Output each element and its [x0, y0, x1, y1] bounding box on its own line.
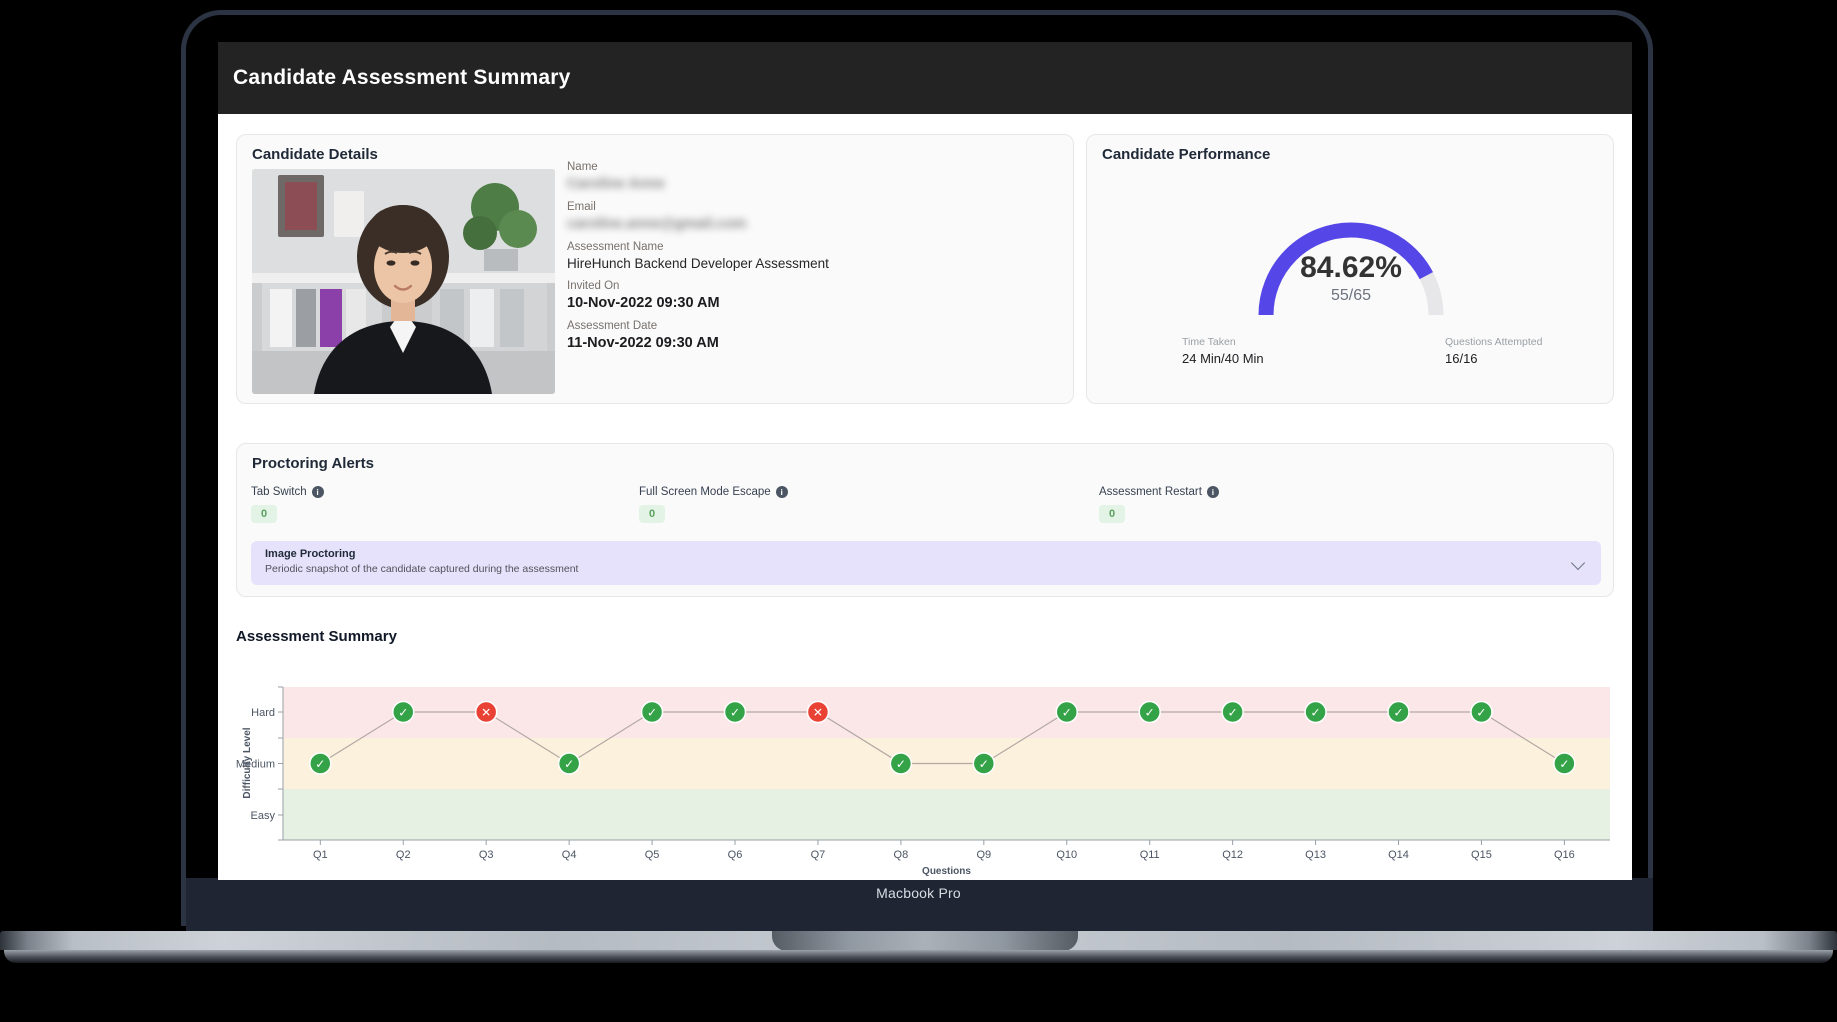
candidate-photo-illustration: [252, 169, 555, 394]
counter-tab-switch-badge: 0: [251, 505, 278, 523]
svg-text:Q15: Q15: [1471, 849, 1492, 861]
svg-text:Q3: Q3: [479, 849, 494, 861]
svg-text:Q8: Q8: [894, 849, 909, 861]
candidate-photo: [252, 169, 555, 394]
field-assessment-name-value: HireHunch Backend Developer Assessment: [567, 256, 829, 271]
counter-tab-switch: Tab Switch i 0: [251, 486, 324, 523]
svg-text:✓: ✓: [896, 757, 906, 771]
page-title: Candidate Assessment Summary: [233, 66, 571, 89]
counter-fullscreen-escape: Full Screen Mode Escape i 0: [639, 486, 788, 523]
counter-assessment-restart-label-row: Assessment Restart i: [1099, 486, 1219, 498]
field-assessment-date-label: Assessment Date: [567, 320, 658, 332]
svg-text:✓: ✓: [1393, 706, 1403, 720]
svg-text:✓: ✓: [730, 706, 740, 720]
svg-text:✓: ✓: [315, 757, 325, 771]
stat-questions-attempted-value: 16/16: [1445, 351, 1478, 366]
image-proctoring-accordion[interactable]: Image Proctoring Periodic snapshot of th…: [251, 541, 1601, 585]
counter-fullscreen-escape-label-row: Full Screen Mode Escape i: [639, 486, 788, 498]
device-label: Macbook Pro: [876, 885, 961, 901]
macbook-base-notch: [772, 931, 1078, 951]
svg-text:✓: ✓: [1145, 706, 1155, 720]
svg-text:Q9: Q9: [976, 849, 991, 861]
svg-text:Difficulty Level: Difficulty Level: [242, 727, 253, 798]
proctoring-alerts-card: Proctoring Alerts Tab Switch i 0 Full Scr…: [236, 443, 1614, 597]
svg-text:✓: ✓: [1311, 706, 1321, 720]
svg-text:Q16: Q16: [1554, 849, 1575, 861]
counter-fullscreen-escape-badge: 0: [639, 505, 666, 523]
stat-time-taken-value: 24 Min/40 Min: [1182, 351, 1264, 366]
svg-text:Q5: Q5: [645, 849, 660, 861]
svg-text:✕: ✕: [481, 706, 491, 720]
image-proctoring-title: Image Proctoring: [265, 548, 356, 560]
svg-text:✓: ✓: [1228, 706, 1238, 720]
screen-content: Candidate Assessment Summary Candidate D…: [218, 42, 1632, 880]
svg-text:Q14: Q14: [1388, 849, 1409, 861]
candidate-details-card: Candidate Details Name Caroline Anne Ema…: [236, 134, 1074, 404]
assessment-summary-chart: HardMediumEasyQ1 Q2 Q3 Q4 Q5 Q6 Q7 Q8 Q9 Q10 Q11 Q1…: [236, 686, 1610, 877]
field-name-label: Name: [567, 161, 598, 173]
field-assessment-date-value: 11-Nov-2022 09:30 AM: [567, 335, 719, 351]
candidate-details-title: Candidate Details: [252, 146, 378, 163]
svg-text:Q6: Q6: [728, 849, 743, 861]
counter-assessment-restart-badge: 0: [1099, 505, 1126, 523]
field-assessment-name: Assessment Name HireHunch Backend Develo…: [567, 241, 1047, 271]
field-assessment-date: Assessment Date 11-Nov-2022 09:30 AM: [567, 320, 1047, 351]
field-email-label: Email: [567, 201, 596, 213]
svg-text:Easy: Easy: [251, 810, 276, 822]
field-assessment-name-label: Assessment Name: [567, 241, 664, 253]
svg-text:✓: ✓: [564, 757, 574, 771]
field-invited-on: Invited On 10-Nov-2022 09:30 AM: [567, 280, 1047, 311]
candidate-performance-title: Candidate Performance: [1102, 146, 1271, 163]
proctoring-alerts-title: Proctoring Alerts: [252, 455, 374, 472]
score-fraction: 55/65: [1330, 287, 1372, 304]
svg-text:Q2: Q2: [396, 849, 411, 861]
candidate-fields: Name Caroline Anne Email caroline.anne@g…: [567, 161, 1047, 360]
svg-text:Q10: Q10: [1056, 849, 1077, 861]
page-header: Candidate Assessment Summary: [218, 42, 1632, 114]
stat-time-taken: Time Taken 24 Min/40 Min: [1182, 336, 1264, 366]
info-icon[interactable]: i: [1206, 486, 1219, 498]
score-percent: 84.62%: [1300, 251, 1402, 284]
page-background: Macbook Pro Candidate Assessment Summary…: [0, 0, 1837, 1022]
field-name: Name Caroline Anne: [567, 161, 1047, 192]
info-icon[interactable]: i: [311, 486, 324, 498]
image-proctoring-subtitle: Periodic snapshot of the candidate captu…: [265, 563, 579, 575]
svg-text:✓: ✓: [1062, 706, 1072, 720]
macbook-base-edge: [4, 950, 1833, 963]
candidate-performance-card: Candidate Performance 84.62% 55/65 Time …: [1086, 134, 1614, 404]
svg-text:Q7: Q7: [811, 849, 826, 861]
svg-text:✓: ✓: [647, 706, 657, 720]
svg-text:✓: ✓: [1476, 706, 1486, 720]
svg-text:Q11: Q11: [1140, 849, 1160, 861]
svg-text:Questions: Questions: [922, 866, 971, 877]
svg-text:✓: ✓: [398, 706, 408, 720]
counter-fullscreen-escape-label: Full Screen Mode Escape: [639, 486, 771, 498]
svg-text:✕: ✕: [813, 706, 823, 720]
field-name-value: Caroline Anne: [567, 176, 665, 192]
svg-text:Q4: Q4: [562, 849, 577, 861]
svg-text:Q13: Q13: [1305, 849, 1326, 861]
field-invited-on-label: Invited On: [567, 280, 620, 292]
counter-tab-switch-label-row: Tab Switch i: [251, 486, 324, 498]
svg-text:✓: ✓: [1559, 757, 1569, 771]
counter-tab-switch-label: Tab Switch: [251, 486, 307, 498]
field-email: Email caroline.anne@gmail.com: [567, 201, 1047, 232]
svg-text:Hard: Hard: [251, 707, 275, 719]
stat-time-taken-label: Time Taken: [1182, 336, 1236, 348]
field-invited-on-value: 10-Nov-2022 09:30 AM: [567, 295, 720, 311]
counter-assessment-restart-label: Assessment Restart: [1099, 486, 1202, 498]
assessment-summary-title: Assessment Summary: [236, 628, 397, 645]
counter-assessment-restart: Assessment Restart i 0: [1099, 486, 1219, 523]
info-icon[interactable]: i: [775, 486, 788, 498]
svg-text:Q12: Q12: [1222, 849, 1243, 861]
field-email-value: caroline.anne@gmail.com: [567, 216, 747, 232]
stat-questions-attempted-label: Questions Attempted: [1445, 336, 1543, 348]
stat-questions-attempted: Questions Attempted 16/16: [1445, 336, 1542, 366]
svg-text:Q1: Q1: [313, 849, 328, 861]
svg-text:✓: ✓: [979, 757, 989, 771]
